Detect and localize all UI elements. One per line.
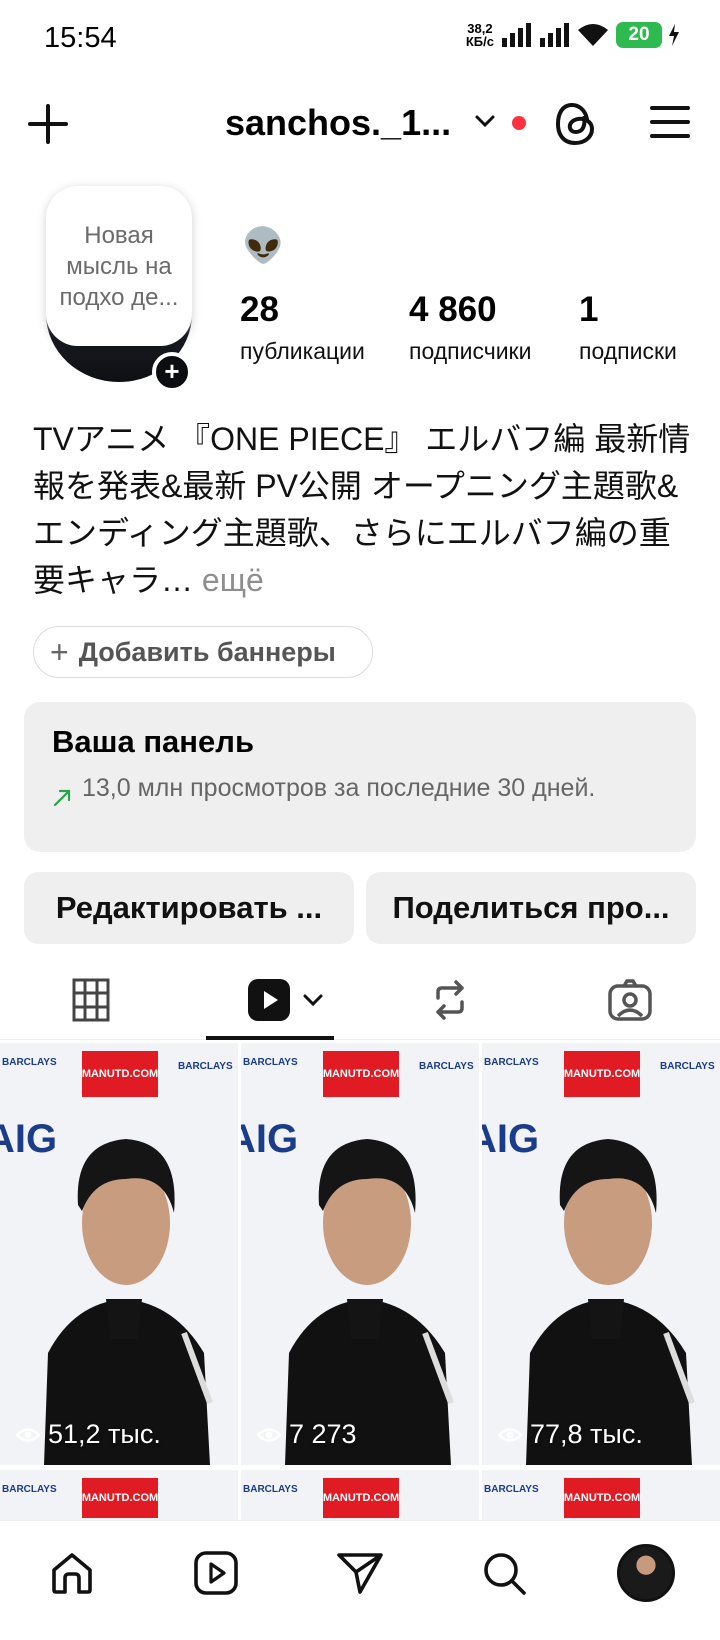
stat-posts[interactable]: 28 публикации <box>240 290 365 365</box>
dashboard-panel[interactable]: Ваша панель 13,0 млн просмотров за после… <box>24 702 696 852</box>
reel-tile[interactable]: MANUTD.COM BARCLAYS <box>0 1470 238 1523</box>
barclays-board: BARCLAYS <box>178 1061 233 1072</box>
tab-tagged[interactable] <box>590 960 670 1040</box>
bottom-navigation <box>0 1520 720 1640</box>
search-icon <box>484 1553 526 1595</box>
wifi-icon <box>578 24 608 46</box>
tagged-icon <box>608 979 652 1021</box>
profile-emoji: 👽 <box>242 227 285 265</box>
barclays-board: BARCLAYS <box>243 1057 298 1068</box>
reels-icon <box>194 1551 238 1595</box>
plus-small-icon: + <box>50 633 69 670</box>
profile-bio: TVアニメ 『ONE PIECE』 エルバフ編 最新情報を発表&最新 PV公開 … <box>33 416 693 604</box>
nav-reels[interactable] <box>186 1543 246 1603</box>
profile-avatar <box>617 1544 675 1602</box>
bio-more-link[interactable]: ещё <box>202 562 264 598</box>
manutd-board: MANUTD.COM <box>323 1478 399 1518</box>
stat-followers-label: подписчики <box>409 338 532 364</box>
stat-followers-value: 4 860 <box>409 290 497 329</box>
edit-profile-button[interactable]: Редактировать ... <box>24 872 354 944</box>
view-count-value: 77,8 тыс. <box>530 1419 643 1449</box>
signal-icon <box>502 23 531 47</box>
barclays-board: BARCLAYS <box>2 1057 57 1068</box>
nav-profile[interactable] <box>616 1543 676 1603</box>
active-tab-indicator <box>206 1036 334 1040</box>
direct-icon <box>337 1553 383 1594</box>
nav-search[interactable] <box>474 1543 534 1603</box>
reel-tile[interactable]: MANUTD.COM BARCLAYS BARCLAYS AIG 77,8 ты… <box>482 1043 720 1465</box>
tab-grid[interactable] <box>46 960 136 1040</box>
barclays-board: BARCLAYS <box>484 1484 539 1495</box>
reels-grid: MANUTD.COM BARCLAYS BARCLAYS AIG 51,2 ты… <box>0 1043 720 1523</box>
trend-up-icon <box>53 789 71 807</box>
battery-indicator: 20 <box>616 22 662 48</box>
view-count-value: 51,2 тыс. <box>48 1419 161 1449</box>
reel-tile[interactable]: MANUTD.COM BARCLAYS <box>482 1470 720 1523</box>
view-count-value: 7 273 <box>289 1419 357 1449</box>
stat-posts-value: 28 <box>240 290 279 329</box>
chevron-down-icon <box>303 994 323 1007</box>
stat-following-label: подписки <box>579 338 677 364</box>
person-photo <box>285 1139 454 1465</box>
note-bubble[interactable]: Новая мысль на подхо де... <box>46 186 192 346</box>
signal-icon-2 <box>540 23 569 47</box>
stat-following[interactable]: 1 подписки <box>579 290 677 365</box>
username[interactable]: sanchos._1... <box>225 102 451 144</box>
reel-tile[interactable]: MANUTD.COM BARCLAYS BARCLAYS AIG 51,2 ты… <box>0 1043 238 1465</box>
manutd-board: MANUTD.COM <box>564 1478 640 1518</box>
eye-icon <box>498 1427 522 1442</box>
network-speed: 38,2 КБ/с <box>465 21 494 49</box>
reel-tile[interactable]: MANUTD.COM BARCLAYS <box>241 1470 479 1523</box>
share-profile-button[interactable]: Поделиться про... <box>366 872 696 944</box>
avatar-with-note[interactable]: Новая мысль на подхо де... + <box>46 186 196 396</box>
view-count: 7 273 <box>257 1419 357 1450</box>
status-bar: 15:54 38,2 КБ/с 20 <box>0 0 720 80</box>
tab-reels[interactable] <box>230 960 340 1040</box>
barclays-board: BARCLAYS <box>660 1061 715 1072</box>
manutd-board: MANUTD.COM <box>564 1051 640 1097</box>
profile-tabs <box>0 960 720 1040</box>
notification-dot <box>512 116 526 130</box>
home-icon <box>52 1553 92 1594</box>
bio-text: TVアニメ 『ONE PIECE』 エルバフ編 最新情報を発表&最新 PV公開 … <box>33 421 691 598</box>
menu-icon[interactable] <box>650 102 690 142</box>
barclays-board: BARCLAYS <box>2 1484 57 1495</box>
threads-icon[interactable] <box>554 100 598 148</box>
view-count: 51,2 тыс. <box>16 1419 161 1450</box>
stat-followers[interactable]: 4 860 подписчики <box>409 290 531 365</box>
status-time: 15:54 <box>44 22 117 54</box>
eye-icon <box>257 1427 281 1442</box>
nav-home[interactable] <box>42 1543 102 1603</box>
add-banners-label: Добавить баннеры <box>78 636 336 667</box>
plus-icon[interactable] <box>26 102 70 146</box>
reels-icon <box>248 979 290 1021</box>
status-icons: 38,2 КБ/с 20 <box>466 22 680 48</box>
dashboard-title: Ваша панель <box>52 724 254 759</box>
view-count: 77,8 тыс. <box>498 1419 643 1450</box>
barclays-board: BARCLAYS <box>484 1057 539 1068</box>
charging-icon <box>669 24 679 46</box>
person-photo <box>44 1139 213 1465</box>
manutd-board: MANUTD.COM <box>323 1051 399 1097</box>
stat-following-value: 1 <box>579 290 599 329</box>
person-photo <box>526 1139 695 1465</box>
add-banners-button[interactable]: + Добавить баннеры <box>33 626 373 678</box>
tab-reposts[interactable] <box>410 960 490 1040</box>
reel-tile[interactable]: MANUTD.COM BARCLAYS BARCLAYS AIG 7 273 <box>241 1043 479 1465</box>
reposts-icon <box>436 980 464 1020</box>
nav-direct[interactable] <box>330 1543 390 1603</box>
dashboard-subtitle: 13,0 млн просмотров за последние 30 дней… <box>82 774 596 802</box>
add-story-button[interactable]: + <box>152 352 192 392</box>
chevron-down-icon[interactable] <box>474 110 496 132</box>
eye-icon <box>16 1427 40 1442</box>
grid-icon <box>72 978 110 1022</box>
profile-header: sanchos._1... <box>0 90 720 160</box>
manutd-board: MANUTD.COM <box>82 1051 158 1097</box>
stat-posts-label: публикации <box>240 338 365 364</box>
manutd-board: MANUTD.COM <box>82 1478 158 1518</box>
barclays-board: BARCLAYS <box>243 1484 298 1495</box>
barclays-board: BARCLAYS <box>419 1061 474 1072</box>
